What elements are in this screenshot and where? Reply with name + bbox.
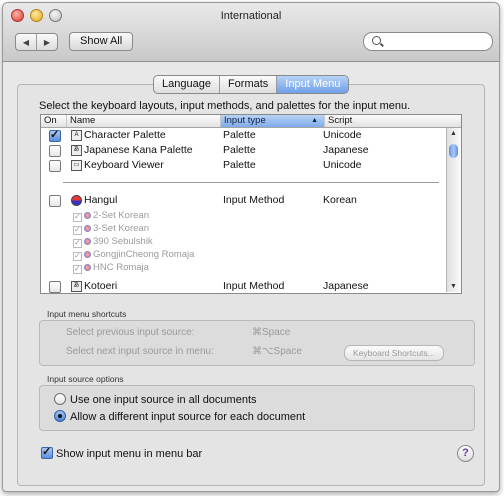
vertical-scrollbar[interactable]: ▲ ▼ [446, 128, 461, 292]
radio-one-source[interactable]: Use one input source in all documents [54, 393, 257, 406]
row-script: Japanese [323, 144, 369, 156]
content-area: Language Formats Input Menu Select the k… [3, 63, 499, 491]
radio-button-selected[interactable] [54, 410, 66, 422]
enable-checkbox[interactable] [49, 160, 61, 172]
table-row[interactable]: あ Kotoeri Input Method Japanese [41, 279, 445, 293]
column-header-name[interactable]: Name [67, 115, 221, 127]
search-icon [372, 36, 381, 45]
scroll-thumb[interactable] [449, 144, 458, 158]
row-name: Keyboard Viewer [84, 159, 164, 171]
enable-checkbox[interactable] [49, 195, 61, 207]
scroll-up-icon[interactable]: ▲ [450, 130, 457, 137]
table-row[interactable]: あ Japanese Kana Palette Palette Japanese [41, 143, 445, 158]
checkmark-icon: ✓ [73, 212, 82, 222]
divider [63, 182, 439, 183]
korean-flag-icon [84, 225, 91, 232]
hangul-subitem[interactable]: ✓ 390 Sebulshik [73, 236, 153, 248]
column-header-input-type-label: Input type [224, 115, 266, 126]
column-header-script[interactable]: Script [325, 115, 461, 127]
korean-flag-icon [84, 251, 91, 258]
palette-icon: A [71, 130, 82, 141]
radio-per-document[interactable]: Allow a different input source for each … [54, 410, 305, 423]
row-type: Palette [223, 129, 256, 141]
table-body: A Character Palette Palette Unicode あ Ja… [41, 128, 445, 293]
row-type: Input Method [223, 280, 285, 292]
checkmark-icon: ✓ [73, 264, 82, 274]
row-type: Palette [223, 159, 256, 171]
row-name: Hangul [84, 194, 118, 206]
forward-button[interactable]: ▶ [36, 34, 57, 50]
window-title: International [220, 10, 282, 22]
korean-flag-icon [84, 238, 91, 245]
options-group-label: Input source options [47, 374, 124, 384]
row-name: Kotoeri [84, 280, 118, 292]
enable-checkbox[interactable] [49, 281, 61, 293]
korean-flag-icon [71, 195, 82, 206]
next-source-shortcut: ⌘⌥Space [252, 346, 302, 357]
row-name: Japanese Kana Palette [84, 144, 193, 156]
tab-formats[interactable]: Formats [218, 76, 276, 93]
kana-palette-icon: あ [71, 145, 82, 156]
search-input[interactable] [363, 32, 493, 51]
column-header-input-type[interactable]: Input type ▲ [221, 115, 325, 127]
keyboard-shortcuts-button[interactable]: Keyboard Shortcuts... [344, 345, 444, 361]
radio-button[interactable] [54, 393, 66, 405]
enable-checkbox[interactable] [49, 128, 61, 142]
tab-bar: Language Formats Input Menu [153, 75, 350, 94]
korean-flag-icon [84, 212, 91, 219]
kotoeri-icon: あ [71, 281, 82, 292]
table-header: On Name Input type ▲ Script [41, 115, 461, 128]
shortcuts-group-label: Input menu shortcuts [47, 309, 127, 319]
title-bar: International ◀ ▶ Show All [3, 3, 499, 62]
checkmark-icon: ✓ [73, 238, 82, 248]
prev-source-label: Select previous input source: [66, 327, 195, 338]
row-name: Character Palette [84, 129, 166, 141]
description-text: Select the keyboard layouts, input metho… [39, 100, 411, 112]
sort-ascending-icon: ▲ [311, 117, 318, 124]
help-button[interactable]: ? [457, 445, 474, 462]
enable-checkbox[interactable] [49, 145, 61, 157]
korean-flag-icon [84, 264, 91, 271]
table-row[interactable]: Hangul Input Method Korean [41, 193, 445, 208]
checkmark-icon: ✓ [73, 225, 82, 235]
keyboard-icon: ▭ [71, 160, 82, 171]
back-button[interactable]: ◀ [16, 34, 36, 50]
show-input-menu-checkbox[interactable]: Show input menu in menu bar [41, 445, 202, 460]
row-type: Palette [223, 144, 256, 156]
checkbox[interactable] [41, 445, 53, 459]
row-script: Unicode [323, 129, 362, 141]
checkmark-icon: ✓ [73, 251, 82, 261]
prev-source-shortcut: ⌘Space [252, 327, 291, 338]
next-source-label: Select next input source in menu: [66, 346, 214, 357]
row-script: Unicode [323, 159, 362, 171]
scroll-down-icon[interactable]: ▼ [450, 283, 457, 290]
show-all-button[interactable]: Show All [69, 32, 134, 51]
table-row[interactable]: ▭ Keyboard Viewer Palette Unicode [41, 158, 445, 173]
hangul-subitem[interactable]: ✓ GongjinCheong Romaja [73, 249, 194, 261]
hangul-subitem[interactable]: ✓ HNC Romaja [73, 262, 149, 274]
input-source-options-group: Use one input source in all documents Al… [39, 385, 475, 431]
row-type: Input Method [223, 194, 285, 206]
shortcuts-group: Select previous input source: ⌘Space Sel… [39, 320, 475, 366]
preferences-window: International ◀ ▶ Show All Language Form… [2, 2, 500, 492]
row-script: Korean [323, 194, 357, 206]
hangul-subitem[interactable]: ✓ 2-Set Korean [73, 210, 149, 222]
hangul-subitem[interactable]: ✓ 3-Set Korean [73, 223, 149, 235]
tab-language[interactable]: Language [154, 76, 219, 93]
tab-input-menu[interactable]: Input Menu [276, 76, 349, 93]
column-header-on[interactable]: On [41, 115, 67, 127]
input-sources-table: On Name Input type ▲ Script A Character P… [40, 114, 462, 294]
row-script: Japanese [323, 280, 369, 292]
nav-buttons: ◀ ▶ [15, 33, 58, 51]
table-row[interactable]: A Character Palette Palette Unicode [41, 128, 445, 143]
